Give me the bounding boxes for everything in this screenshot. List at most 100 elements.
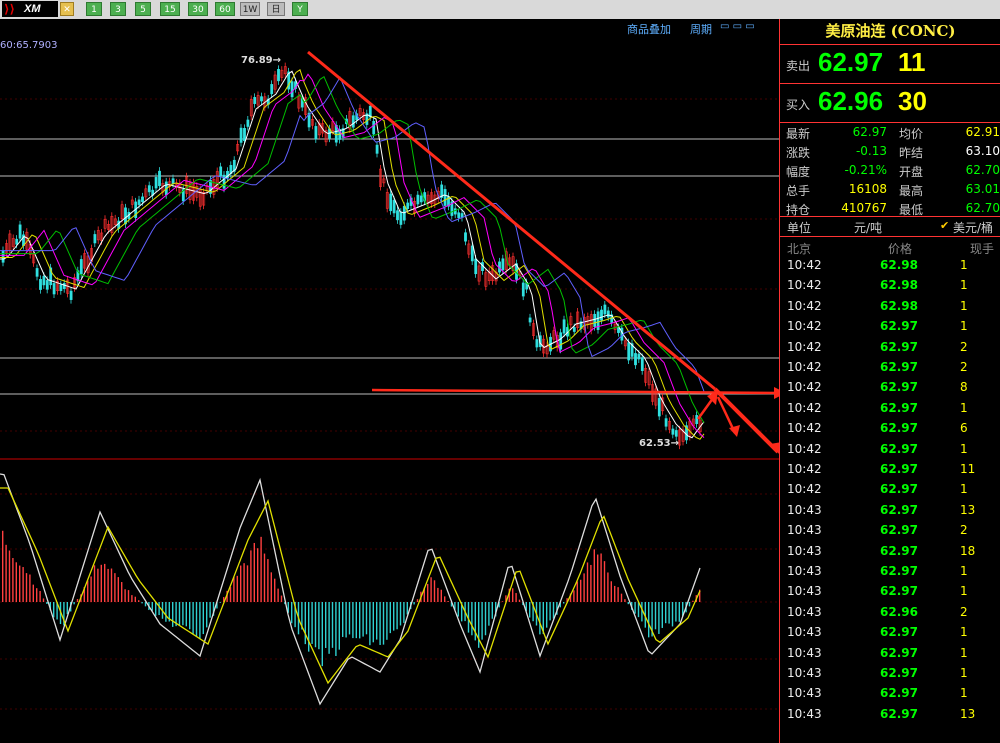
macd-bar bbox=[692, 600, 694, 602]
macd-bar bbox=[389, 602, 391, 634]
macd-bar bbox=[100, 564, 102, 602]
candle-body bbox=[600, 309, 603, 321]
overlay-menu-link[interactable]: 商品叠加 bbox=[627, 21, 671, 37]
macd-bar bbox=[199, 602, 201, 639]
buy-label: 买入 bbox=[786, 98, 811, 112]
tick-price: 62.97 bbox=[880, 462, 918, 476]
unit-option-usd[interactable]: 美元/桶 bbox=[953, 219, 993, 236]
macd-bar bbox=[433, 580, 436, 602]
tick-row: 10:42 62.98 1 bbox=[780, 278, 1000, 298]
macd-bar bbox=[573, 590, 575, 602]
macd-bar bbox=[131, 595, 133, 602]
tick-row: 10:42 62.97 11 bbox=[780, 462, 1000, 482]
macd-bar bbox=[121, 582, 123, 602]
tick-price: 62.97 bbox=[880, 319, 918, 334]
stat-label: 昨结 bbox=[899, 146, 924, 160]
candle-body bbox=[124, 207, 127, 225]
macd-bar bbox=[134, 596, 136, 602]
tick-row: 10:43 62.97 1 bbox=[780, 584, 1000, 604]
macd-bar bbox=[189, 602, 191, 630]
tick-volume: 1 bbox=[960, 298, 968, 313]
macd-bar bbox=[372, 602, 374, 643]
macd-bar bbox=[563, 602, 565, 604]
macd-bar bbox=[491, 602, 493, 619]
period-3-button[interactable]: 3 bbox=[110, 2, 126, 16]
tick-row: 10:43 62.97 1 bbox=[780, 646, 1000, 666]
quote-panel: 美原油连 (CONC) 卖出 62.97 11 买入 62.96 30 最新 6… bbox=[779, 19, 1000, 743]
tick-volume: 1 bbox=[960, 584, 968, 599]
macd-bar bbox=[627, 602, 629, 605]
period-1w-button[interactable]: 1W bbox=[240, 2, 260, 16]
xm-logo-text: XM bbox=[24, 3, 41, 15]
tick-price: 62.97 bbox=[880, 400, 918, 415]
macd-bar bbox=[552, 602, 555, 619]
macd-bar bbox=[648, 602, 650, 638]
tick-price: 62.97 bbox=[880, 482, 918, 497]
macd-bar bbox=[379, 602, 381, 645]
unit-selector[interactable]: 单位 元/吨 ✔ 美元/桶 bbox=[780, 216, 1000, 237]
macd-bar bbox=[488, 602, 490, 626]
sell-quote-row[interactable]: 卖出 62.97 11 bbox=[780, 45, 1000, 84]
macd-bar bbox=[393, 602, 395, 631]
macd-bar bbox=[406, 602, 408, 615]
macd-bar bbox=[512, 588, 514, 602]
candle-body bbox=[154, 177, 158, 189]
macd-bar bbox=[335, 602, 337, 656]
kline-chart[interactable]: 60:65.7903 商品叠加 周期 ▭ ▭ ▭ 76.89→ 62.53→ bbox=[0, 19, 779, 743]
macd-bar bbox=[382, 602, 385, 645]
candle-body bbox=[389, 193, 393, 212]
macd-bar bbox=[416, 599, 419, 602]
macd-bar bbox=[668, 602, 670, 624]
tick-row: 10:42 62.98 1 bbox=[780, 299, 1000, 319]
macd-bar bbox=[240, 565, 242, 602]
macd-bar bbox=[610, 581, 612, 602]
candle-body bbox=[246, 119, 250, 127]
period-5-button[interactable]: 5 bbox=[135, 2, 151, 16]
tick-time: 10:43 bbox=[787, 502, 822, 517]
macd-bar bbox=[73, 602, 75, 605]
buy-quote-row[interactable]: 买入 62.96 30 bbox=[780, 84, 1000, 123]
macd-bar bbox=[110, 568, 113, 602]
macd-bar bbox=[25, 573, 28, 602]
tick-volume: 2 bbox=[960, 604, 968, 619]
period-day-button[interactable]: 日 bbox=[267, 2, 285, 16]
macd-bar bbox=[260, 536, 262, 602]
macd-bar bbox=[114, 573, 116, 602]
window-controls[interactable]: ▭ ▭ ▭ bbox=[720, 21, 775, 34]
candle-body bbox=[270, 84, 274, 95]
buy-price: 62.96 bbox=[818, 86, 884, 116]
candle-body bbox=[69, 290, 73, 300]
period-30-button[interactable]: 30 bbox=[188, 2, 208, 16]
macd-bar bbox=[501, 601, 504, 602]
period-year-button[interactable]: Y bbox=[292, 2, 308, 16]
period-60-button[interactable]: 60 bbox=[215, 2, 235, 16]
period-15-button[interactable]: 15 bbox=[160, 2, 180, 16]
tick-time: 10:43 bbox=[787, 625, 822, 640]
toolbar-close-button[interactable]: ✕ bbox=[60, 2, 74, 16]
chart-canvas bbox=[0, 50, 779, 710]
tick-price: 62.97 bbox=[880, 686, 918, 701]
macd-bar bbox=[661, 602, 663, 628]
sell-volume: 11 bbox=[898, 47, 926, 77]
macd-bar bbox=[634, 602, 636, 614]
macd-bar bbox=[127, 590, 130, 602]
tick-time: 10:42 bbox=[787, 360, 822, 374]
macd-histogram bbox=[2, 530, 701, 667]
candle-body bbox=[52, 283, 56, 295]
macd-bar bbox=[403, 602, 405, 623]
tick-volume: 2 bbox=[960, 339, 968, 354]
tick-time: 10:43 bbox=[787, 564, 822, 578]
sell-price: 62.97 bbox=[818, 47, 884, 77]
buy-volume: 30 bbox=[898, 86, 927, 116]
candle-body bbox=[239, 127, 243, 143]
macd-bar bbox=[263, 553, 266, 602]
period-menu-link[interactable]: 周期 bbox=[690, 21, 712, 37]
unit-option-yuan[interactable]: 元/吨 bbox=[854, 219, 882, 236]
candle-body bbox=[559, 332, 563, 350]
macd-bar bbox=[529, 602, 531, 618]
macd-bar bbox=[291, 602, 293, 624]
stat-value: 63.10 bbox=[965, 144, 1000, 158]
candle-body bbox=[59, 284, 63, 291]
period-1-button[interactable]: 1 bbox=[86, 2, 102, 16]
ma-line bbox=[0, 75, 705, 423]
